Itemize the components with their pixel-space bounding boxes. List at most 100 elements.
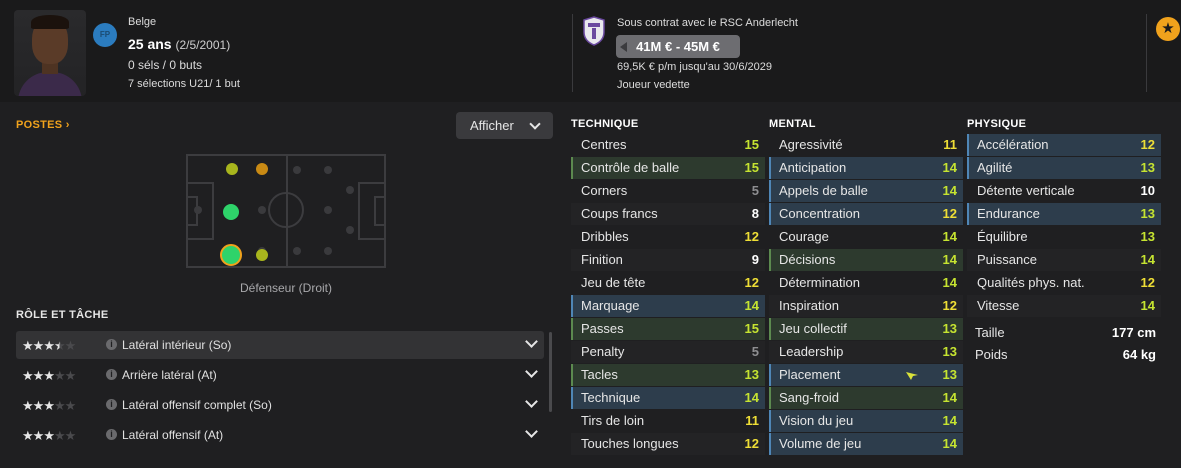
chevron-down-icon[interactable] [525, 335, 538, 348]
attribute-row-technique[interactable]: Tacles 13 [571, 364, 765, 386]
position-dot [256, 249, 268, 261]
attribute-value: 13 [942, 367, 957, 382]
attribute-row-physique[interactable]: Détente verticale 10 [967, 180, 1161, 202]
attribute-row-technique[interactable]: Marquage 14 [571, 295, 765, 317]
mental-title: MENTAL [769, 118, 816, 130]
attribute-row-mental[interactable]: Volume de jeu 14 [769, 433, 963, 455]
attribute-row-physique[interactable]: Endurance 13 [967, 203, 1161, 225]
role-row[interactable]: ★★★★★ i Latéral offensif (At) [16, 421, 544, 449]
info-icon[interactable]: i [106, 399, 117, 410]
position-caption: Défenseur (Droit) [239, 281, 333, 295]
attribute-label: Équilibre [977, 229, 1028, 244]
positions-title[interactable]: POSTES › [16, 119, 70, 131]
transfer-value[interactable]: 41M € - 45M € [616, 35, 740, 58]
chevron-down-icon[interactable] [525, 395, 538, 408]
attribute-label: Détente verticale [977, 183, 1075, 198]
divider [572, 14, 573, 92]
attribute-row-technique[interactable]: Penalty 5 [571, 341, 765, 363]
attribute-row-mental[interactable]: Jeu collectif 13 [769, 318, 963, 340]
attribute-row-technique[interactable]: Technique 14 [571, 387, 765, 409]
attribute-label: Finition [581, 252, 623, 267]
role-name: Latéral offensif complet (So) [122, 398, 272, 412]
attribute-row-physique[interactable]: Qualités phys. nat. 12 [967, 272, 1161, 294]
international-caps: 0 séls / 0 buts [128, 58, 203, 72]
attribute-label: Inspiration [779, 298, 839, 313]
role-row[interactable]: ★★★★★ i Latéral intérieur (So) [16, 331, 544, 359]
attribute-value: 14 [942, 252, 957, 267]
attribute-row-physique[interactable]: Vitesse 14 [967, 295, 1161, 317]
info-icon[interactable]: i [106, 429, 117, 440]
attribute-row-physique[interactable]: Équilibre 13 [967, 226, 1161, 248]
attribute-row-mental[interactable]: Leadership 13 [769, 341, 963, 363]
attribute-value: 12 [1140, 275, 1155, 290]
attribute-row-mental[interactable]: Sang-froid 14 [769, 387, 963, 409]
attribute-row-mental[interactable]: Vision du jeu 14 [769, 410, 963, 432]
chevron-down-icon[interactable] [525, 365, 538, 378]
attribute-row-mental[interactable]: Concentration 12 [769, 203, 963, 225]
attribute-row-mental[interactable]: Placement 13 [769, 364, 963, 386]
attribute-value: 14 [942, 413, 957, 428]
nationality: Belge [128, 16, 157, 28]
info-icon[interactable]: i [106, 339, 117, 350]
attribute-label: Jeu collectif [779, 321, 847, 336]
attribute-row-mental[interactable]: Agressivité 11 [769, 134, 963, 156]
attribute-label: Centres [581, 137, 627, 152]
attribute-row-mental[interactable]: Courage 14 [769, 226, 963, 248]
attribute-label: Accélération [977, 137, 1049, 152]
attribute-row-technique[interactable]: Dribbles 12 [571, 226, 765, 248]
attribute-row-technique[interactable]: Coups francs 8 [571, 203, 765, 225]
attribute-label: Qualités phys. nat. [977, 275, 1085, 290]
attribute-row-mental[interactable]: Inspiration 12 [769, 295, 963, 317]
attribute-row-physique[interactable]: Agilité 13 [967, 157, 1161, 179]
attribute-row-technique[interactable]: Jeu de tête 12 [571, 272, 765, 294]
attribute-row-technique[interactable]: Corners 5 [571, 180, 765, 202]
role-row[interactable]: ★★★★★ i Latéral offensif complet (So) [16, 391, 544, 419]
attribute-row-technique[interactable]: Touches longues 12 [571, 433, 765, 455]
attribute-row-technique[interactable]: Finition 9 [571, 249, 765, 271]
attribute-label: Contrôle de balle [581, 160, 680, 175]
attribute-row-physique[interactable]: Accélération 12 [967, 134, 1161, 156]
height-label: Taille [975, 325, 1005, 340]
attribute-row-technique[interactable]: Tirs de loin 11 [571, 410, 765, 432]
chevron-down-icon[interactable] [525, 425, 538, 438]
attribute-label: Technique [581, 390, 641, 405]
club-crest-icon [583, 16, 605, 46]
attribute-value: 5 [751, 344, 759, 359]
favourite-star-icon[interactable]: ★ [1156, 17, 1180, 41]
attribute-value: 14 [942, 390, 957, 405]
attribute-value: 10 [1140, 183, 1155, 198]
attribute-label: Vitesse [977, 298, 1020, 313]
attribute-value: 12 [744, 229, 759, 244]
technique-title: TECHNIQUE [571, 118, 639, 130]
attribute-label: Corners [581, 183, 628, 198]
attribute-value: 14 [1140, 298, 1155, 313]
attribute-row-technique[interactable]: Centres 15 [571, 134, 765, 156]
attribute-value: 14 [942, 183, 957, 198]
show-dropdown-button[interactable]: Afficher [456, 112, 553, 139]
attribute-label: Penalty [581, 344, 625, 359]
attribute-label: Marquage [581, 298, 640, 313]
attribute-row-mental[interactable]: Appels de balle 14 [769, 180, 963, 202]
attribute-value: 11 [745, 413, 759, 428]
role-rating-stars-icon: ★★★★★ [22, 368, 76, 383]
weight-value: 64 kg [1122, 347, 1156, 362]
attribute-row-mental[interactable]: Décisions 14 [769, 249, 963, 271]
squad-status: Joueur vedette [617, 79, 690, 91]
birthdate: (2/5/2001) [175, 38, 231, 52]
player-photo [14, 10, 86, 96]
attribute-row-technique[interactable]: Passes 15 [571, 318, 765, 340]
attribute-label: Agressivité [779, 137, 843, 152]
attribute-row-mental[interactable]: Détermination 14 [769, 272, 963, 294]
attribute-row-physique[interactable]: Puissance 14 [967, 249, 1161, 271]
attribute-value: 15 [744, 321, 759, 336]
info-icon[interactable]: i [106, 369, 117, 380]
role-row[interactable]: ★★★★★ i Arrière latéral (At) [16, 361, 544, 389]
roles-scrollbar[interactable] [549, 332, 552, 412]
attribute-value: 13 [1140, 206, 1155, 221]
attribute-value: 14 [744, 298, 759, 313]
height-value: 177 cm [1111, 325, 1156, 340]
attribute-value: 13 [1140, 160, 1155, 175]
attribute-label: Tirs de loin [581, 413, 645, 428]
attribute-row-technique[interactable]: Contrôle de balle 15 [571, 157, 765, 179]
attribute-row-mental[interactable]: Anticipation 14 [769, 157, 963, 179]
